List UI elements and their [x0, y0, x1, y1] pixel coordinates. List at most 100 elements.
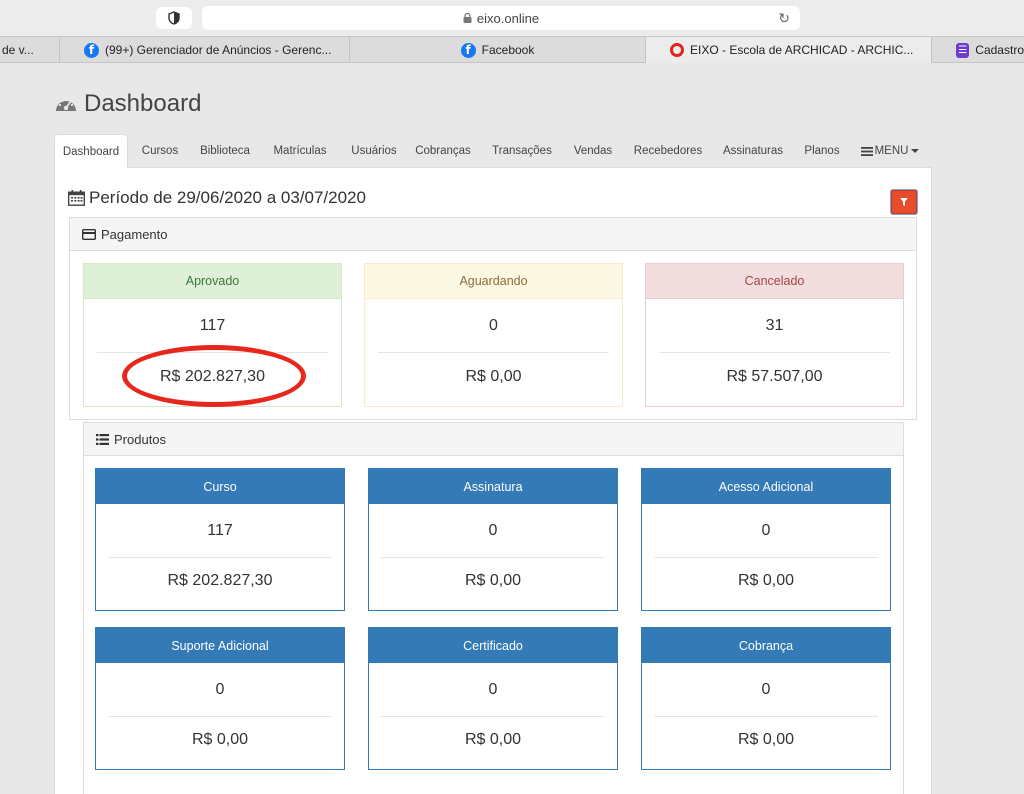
card-count: 0 — [761, 681, 771, 698]
tab-label: Matrículas — [273, 145, 327, 157]
tab-label: Facebook — [481, 43, 535, 57]
card-amount: R$ 0,00 — [464, 731, 522, 748]
reload-icon[interactable]: ↻ — [778, 10, 790, 27]
card-divider — [381, 557, 605, 558]
tab-label: EIXO - Escola de ARCHICAD - ARCHIC... — [690, 43, 914, 57]
browser-tab-1[interactable]: de v... — [0, 37, 60, 63]
tab-label: de v... — [2, 43, 34, 57]
tab-cursos[interactable]: Cursos — [132, 134, 188, 168]
card-header: Suporte Adicional — [96, 628, 344, 663]
products-panel-header: Produtos — [84, 423, 903, 456]
period-label: Período de 29/06/2020 a 03/07/2020 — [89, 188, 366, 207]
filter-button[interactable] — [891, 190, 917, 214]
card-amount: R$ 202.827,30 — [167, 572, 273, 589]
card-header: Cobrança — [642, 628, 890, 663]
browser-tab-3[interactable]: f Facebook — [350, 37, 646, 63]
tab-label: (99+) Gerenciador de Anúncios - Gerenc..… — [105, 43, 332, 57]
tab-vendas[interactable]: Vendas — [566, 134, 620, 168]
privacy-shield-button[interactable] — [156, 7, 192, 29]
card-divider — [108, 557, 332, 558]
browser-tab-4[interactable]: EIXO - Escola de ARCHICAD - ARCHIC... — [646, 37, 932, 63]
tab-label: Recebedores — [633, 145, 703, 157]
card-amount: R$ 0,00 — [464, 572, 522, 589]
tab-dashboard[interactable]: Dashboard — [54, 134, 128, 169]
card-header: Certificado — [369, 628, 617, 663]
card-amount: R$ 0,00 — [465, 368, 522, 385]
caret-down-icon — [911, 148, 920, 153]
card-divider — [378, 352, 609, 353]
card-divider — [654, 716, 878, 717]
card-divider — [381, 716, 605, 717]
credit-card-icon — [82, 228, 96, 240]
list-icon — [96, 433, 109, 445]
card-count: 0 — [488, 522, 498, 539]
lock-icon — [463, 13, 472, 23]
browser-toolbar: eixo.online ↻ — [0, 0, 1024, 36]
card-header: Acesso Adicional — [642, 469, 890, 504]
product-card-curso: Curso 117 R$ 202.827,30 — [95, 468, 345, 611]
calendar-icon — [68, 190, 85, 206]
tab-recebedores[interactable]: Recebedores — [628, 134, 708, 168]
tab-matriculas[interactable]: Matrículas — [264, 134, 336, 168]
card-count: 0 — [761, 522, 771, 539]
tab-label: Transações — [492, 145, 552, 157]
form-icon: ☰ — [956, 42, 970, 58]
card-header: Curso — [96, 469, 344, 504]
tab-usuarios[interactable]: Usuários — [340, 134, 408, 168]
product-card-acesso-adicional: Acesso Adicional 0 R$ 0,00 — [641, 468, 891, 611]
dashboard-gauge-icon — [56, 98, 76, 111]
card-header: Assinatura — [369, 469, 617, 504]
cancelled-card: Cancelado 31 R$ 57.507,00 — [645, 263, 904, 407]
page-title: Dashboard — [54, 90, 201, 118]
pending-card: Aguardando 0 R$ 0,00 — [364, 263, 623, 407]
payment-panel-header: Pagamento — [70, 218, 916, 251]
card-count: 0 — [489, 317, 498, 334]
tab-label: Cobranças — [415, 145, 471, 157]
main-nav-tabs: Dashboard Cursos Biblioteca Matrículas U… — [54, 134, 932, 169]
tab-planos[interactable]: Planos — [798, 134, 846, 168]
filter-icon — [900, 198, 908, 206]
payment-panel-title: Pagamento — [101, 226, 168, 242]
card-divider — [654, 557, 878, 558]
browser-tab-2[interactable]: f (99+) Gerenciador de Anúncios - Gerenc… — [60, 37, 350, 63]
url-text: eixo.online — [476, 10, 540, 26]
card-amount: R$ 0,00 — [191, 731, 249, 748]
card-header: Aprovado — [84, 264, 341, 299]
browser-tab-5[interactable]: ☰ Cadastro — [932, 37, 1024, 63]
tab-label: Dashboard — [62, 145, 120, 158]
period-heading: Período de 29/06/2020 a 03/07/2020 — [68, 188, 366, 208]
card-count: 117 — [207, 522, 233, 539]
facebook-icon: f — [460, 42, 476, 58]
card-count: 0 — [215, 681, 225, 698]
menu-label: MENU — [874, 145, 909, 157]
shield-icon — [168, 11, 180, 25]
address-bar[interactable]: eixo.online ↻ — [202, 6, 800, 30]
product-card-suporte-adicional: Suporte Adicional 0 R$ 0,00 — [95, 627, 345, 770]
menu-dropdown[interactable]: MENU — [858, 134, 922, 168]
card-divider — [108, 716, 332, 717]
tab-biblioteca[interactable]: Biblioteca — [192, 134, 258, 168]
browser-tab-bar: de v... f (99+) Gerenciador de Anúncios … — [0, 36, 1024, 63]
tab-label: Planos — [804, 145, 840, 157]
facebook-icon: f — [84, 42, 99, 58]
page-title-text: Dashboard — [84, 90, 202, 117]
tab-transacoes[interactable]: Transações — [488, 134, 556, 168]
tab-label: Usuários — [351, 145, 397, 157]
card-divider — [97, 352, 328, 353]
tab-label: Cursos — [141, 145, 179, 157]
card-amount: R$ 0,00 — [737, 731, 795, 748]
product-card-cobranca: Cobrança 0 R$ 0,00 — [641, 627, 891, 770]
products-panel-title: Produtos — [114, 431, 167, 447]
tab-label: Assinaturas — [722, 145, 784, 157]
tab-label: Biblioteca — [200, 145, 250, 157]
tab-cobrancas[interactable]: Cobranças — [410, 134, 476, 168]
tab-assinaturas[interactable]: Assinaturas — [716, 134, 790, 168]
card-count: 117 — [199, 317, 226, 334]
card-count: 0 — [488, 681, 498, 698]
product-card-certificado: Certificado 0 R$ 0,00 — [368, 627, 618, 770]
approved-card: Aprovado 117 R$ 202.827,30 — [83, 263, 342, 407]
card-divider — [659, 352, 890, 353]
hamburger-icon — [860, 146, 873, 156]
tab-label: Cadastro — [975, 43, 1024, 57]
card-amount: R$ 57.507,00 — [726, 368, 823, 385]
